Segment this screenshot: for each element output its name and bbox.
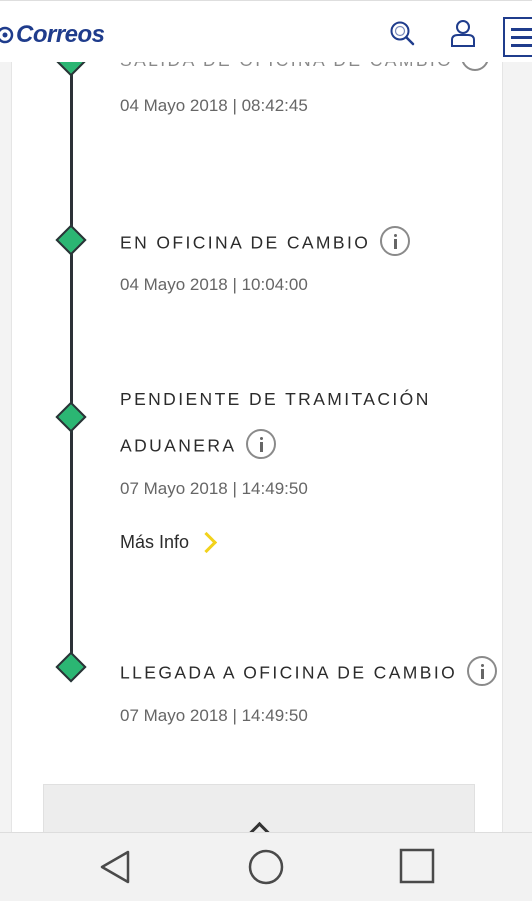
android-nav-bar [0, 832, 532, 901]
timeline-node [55, 62, 87, 77]
info-icon[interactable] [380, 226, 411, 256]
menu-icon-bar [511, 44, 532, 47]
event-date: 07 Mayo 2018 | 14:49:50 [120, 479, 308, 498]
timeline-line [70, 62, 73, 670]
event-status-line1: PENDIENTE DE TRAMITACIÓN [120, 389, 431, 409]
event-status: LLEGADA A OFICINA DE CAMBIO [120, 656, 498, 689]
brand-name: Correos [16, 21, 105, 48]
chevron-right-icon [195, 531, 218, 554]
menu-icon-bar [511, 28, 532, 31]
info-icon[interactable] [467, 656, 498, 686]
menu-icon-bar [511, 36, 532, 39]
event-status: ADUANERA [120, 429, 277, 462]
event-date: 04 Mayo 2018 | 08:42:45 [120, 96, 308, 115]
info-icon[interactable] [246, 429, 277, 459]
tracking-timeline-card: SALIDA DE OFICINA DE CAMBIO 04 Mayo 2018… [11, 62, 503, 842]
timeline-node [55, 224, 87, 256]
timeline-node [55, 401, 87, 433]
info-icon[interactable] [460, 62, 490, 72]
correos-horn-icon [0, 26, 14, 44]
event-status-label: LLEGADA A OFICINA DE CAMBIO [120, 662, 458, 683]
event-status: EN OFICINA DE CAMBIO [120, 226, 411, 259]
event-date: 07 Mayo 2018 | 14:49:50 [120, 706, 308, 725]
search-icon[interactable] [388, 19, 416, 47]
home-icon[interactable] [247, 848, 285, 886]
app-header: Correos [0, 0, 532, 62]
more-info-label: Más Info [120, 532, 190, 552]
event-date: 04 Mayo 2018 | 10:04:00 [120, 275, 308, 294]
event-status-partial: SALIDA DE OFICINA DE CAMBIO [120, 62, 453, 71]
menu-button[interactable] [503, 17, 532, 57]
event-status-line2: ADUANERA [120, 435, 237, 456]
more-info-link[interactable]: Más Info [120, 531, 218, 554]
timeline-node [55, 651, 87, 683]
back-icon[interactable] [98, 848, 132, 886]
event-status-label: EN OFICINA DE CAMBIO [120, 232, 371, 253]
correos-logo[interactable]: Correos [0, 21, 105, 49]
user-icon[interactable] [450, 19, 476, 47]
recents-icon[interactable] [399, 848, 435, 884]
